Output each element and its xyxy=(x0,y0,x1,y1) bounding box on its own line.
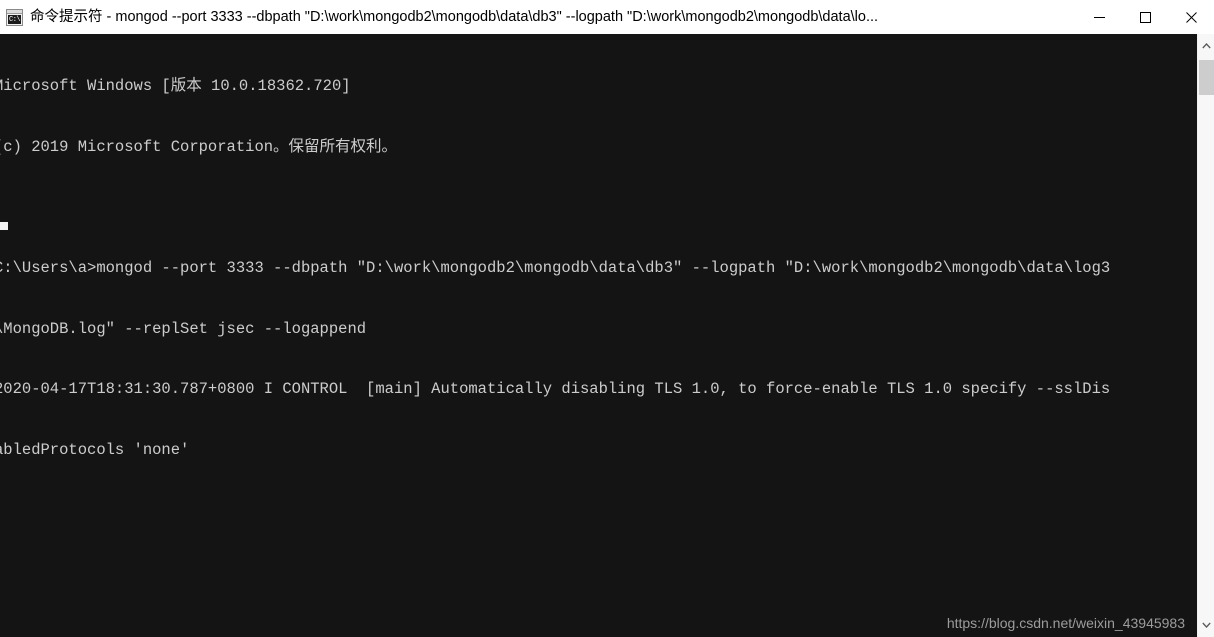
window-controls xyxy=(1076,0,1214,34)
console-output-area[interactable]: Microsoft Windows [版本 10.0.18362.720] (c… xyxy=(0,34,1197,637)
minimize-icon xyxy=(1093,16,1105,18)
close-icon xyxy=(1185,11,1197,23)
title-bar[interactable]: C:\ 命令提示符 - mongod --port 3333 --dbpath … xyxy=(0,0,1214,34)
chevron-down-icon xyxy=(1202,622,1211,628)
scroll-down-button[interactable] xyxy=(1198,613,1214,637)
console-line: Microsoft Windows [版本 10.0.18362.720] xyxy=(0,77,351,96)
scrollbar-thumb[interactable] xyxy=(1199,60,1214,95)
vertical-scrollbar[interactable] xyxy=(1197,34,1214,637)
cmd-icon-prompt-text: C:\ xyxy=(8,14,21,24)
watermark-text: https://blog.csdn.net/weixin_43945983 xyxy=(946,615,1185,631)
console-line: \MongoDB.log" --replSet jsec --logappend xyxy=(0,319,367,338)
console-line: (c) 2019 Microsoft Corporation。保留所有权利。 xyxy=(0,138,398,156)
minimize-button[interactable] xyxy=(1076,0,1122,34)
cmd-icon-titlestrip xyxy=(7,9,22,14)
window-title: 命令提示符 - mongod --port 3333 --dbpath "D:\… xyxy=(30,9,879,25)
console-line: 2020-04-17T18:31:30.787+0800 I CONTROL [… xyxy=(0,380,1111,399)
chevron-up-icon xyxy=(1202,43,1211,49)
close-button[interactable] xyxy=(1168,0,1214,34)
console-line: abledProtocols 'none' xyxy=(0,440,190,459)
command-prompt-window: C:\ 命令提示符 - mongod --port 3333 --dbpath … xyxy=(0,0,1214,637)
cmd-app-icon: C:\ xyxy=(6,8,23,26)
scroll-up-button[interactable] xyxy=(1198,34,1214,58)
maximize-icon xyxy=(1139,11,1151,23)
maximize-button[interactable] xyxy=(1122,0,1168,34)
console-text-buffer: Microsoft Windows [版本 10.0.18362.720] (c… xyxy=(0,36,1197,501)
text-cursor xyxy=(0,222,8,230)
console-line: C:\Users\a>mongod --port 3333 --dbpath "… xyxy=(0,259,1111,278)
